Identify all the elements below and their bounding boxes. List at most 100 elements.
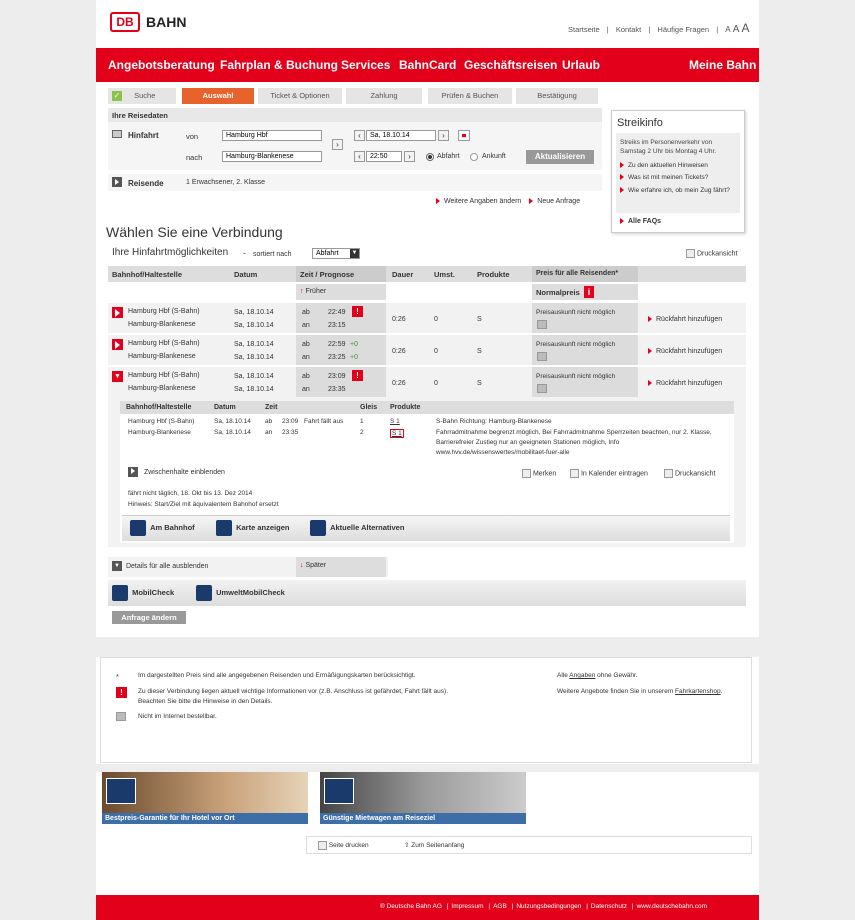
print-icon [686, 249, 695, 258]
row2-price: Preisauskunft nicht möglich [536, 341, 616, 348]
zwischenhalte-toggle[interactable]: Zwischenhalte einblenden [128, 467, 225, 477]
umweltcheck-button[interactable]: UmweltMobilCheck [196, 585, 285, 601]
calendar-add-icon [570, 469, 579, 478]
row2-p1: +0 [350, 341, 358, 348]
spaeter-link[interactable]: ↓ Später [300, 562, 326, 569]
info-icon[interactable]: i [584, 286, 594, 298]
reisedaten-title-bar [108, 108, 602, 122]
table-header [108, 266, 746, 282]
footer-nutzung[interactable]: Nutzungsbedingungen [516, 903, 581, 910]
nach-field[interactable]: Hamburg-Blankenese [222, 151, 322, 162]
footer-impressum[interactable]: Impressum [451, 903, 483, 910]
sort-label: sortiert nach [253, 251, 292, 258]
footer-agb[interactable]: AGB [493, 903, 507, 910]
row2-t2: 23:25 [328, 354, 346, 361]
not-bookable-icon [537, 352, 547, 361]
row3-to: Hamburg-Blankenese [128, 385, 196, 392]
not-bookable-icon [116, 712, 126, 721]
expand-reisende-icon[interactable] [112, 177, 122, 187]
swap-stations-button[interactable]: › [332, 139, 343, 150]
time-field[interactable]: 22:50 [366, 151, 402, 162]
mobilcheck-button[interactable]: MobilCheck [112, 585, 174, 601]
row3-an: an [302, 386, 310, 393]
not-bookable-icon [537, 320, 547, 329]
seitenanfang-link[interactable]: ⇧ Zum Seitenanfang [404, 841, 464, 849]
time-prev-button[interactable]: ‹ [354, 151, 365, 162]
streik-link-3[interactable]: Wie erfahre ich, ob mein Zug fährt? [620, 186, 730, 196]
aktualisieren-button[interactable]: Aktualisieren [526, 150, 594, 164]
warning-icon[interactable]: ! [352, 370, 363, 381]
detail-r1-product[interactable]: S 1 [390, 418, 400, 425]
not-bookable-icon [537, 384, 547, 393]
fahrkartenshop-link[interactable]: Fahrkartenshop [675, 688, 721, 695]
streik-link-1[interactable]: Zu den aktuellen Hinweisen [620, 162, 708, 169]
calendar-icon[interactable] [458, 130, 470, 141]
angaben-link[interactable]: Angaben [569, 672, 595, 679]
nav-services[interactable]: Services [341, 58, 390, 72]
expand-row-2-icon[interactable] [112, 339, 123, 350]
time-next-button[interactable]: › [404, 151, 415, 162]
karte-button[interactable]: Karte anzeigen [216, 520, 289, 536]
row1-rueckfahrt-link[interactable]: Rückfahrt hinzufügen [648, 316, 722, 323]
alternativen-button[interactable]: Aktuelle Alternativen [310, 520, 404, 536]
link-startseite[interactable]: Startseite [568, 25, 600, 34]
detail-druck-link[interactable]: Druckansicht [664, 469, 715, 478]
normalpreis-label: Normalpreis [536, 288, 580, 297]
von-field[interactable]: Hamburg Hbf [222, 130, 322, 141]
nav-fahrplan[interactable]: Fahrplan & Buchung [220, 58, 338, 72]
kalender-link[interactable]: In Kalender eintragen [570, 469, 648, 478]
row1-from: Hamburg Hbf (S-Bahn) [128, 308, 200, 315]
mietwagen-promo[interactable]: Günstige Mietwagen am Reiseziel [320, 772, 526, 824]
sort-select[interactable]: Abfahrt ▼ [312, 248, 360, 259]
step-zahlung: Zahlung [346, 88, 422, 104]
hide-all-details[interactable]: ▼ Details für alle ausblenden [112, 561, 208, 571]
nav-bahncard[interactable]: BahnCard [399, 58, 456, 72]
footer-datenschutz[interactable]: Datenschutz [591, 903, 627, 910]
nav-urlaub[interactable]: Urlaub [562, 58, 600, 72]
detail-r2-product[interactable]: S 1 [390, 429, 404, 438]
font-size-large[interactable]: A [741, 21, 749, 35]
am-bahnhof-button[interactable]: Am Bahnhof [130, 520, 195, 536]
row2-rueckfahrt-link[interactable]: Rückfahrt hinzufügen [648, 348, 722, 355]
frueher-link[interactable]: ↑ Früher [300, 288, 326, 295]
hotel-promo[interactable]: Bestpreis-Garantie für Ihr Hotel vor Ort [102, 772, 308, 824]
date-prev-button[interactable]: ‹ [354, 130, 365, 141]
nav-meine-bahn[interactable]: Meine Bahn [689, 58, 756, 72]
expand-row-1-icon[interactable] [112, 307, 123, 318]
weitere-angaben-link[interactable]: Weitere Angaben ändern [444, 198, 521, 205]
arrow-up-icon: ⇧ [404, 842, 410, 849]
ankunft-radio[interactable] [470, 153, 478, 161]
warning-icon[interactable]: ! [352, 306, 363, 317]
nav-angebotsberatung[interactable]: Angebotsberatung [108, 58, 215, 72]
streik-faq-link[interactable]: Alle FAQs [620, 218, 661, 225]
results-dash: - [243, 248, 246, 258]
print-bar [306, 836, 752, 854]
footer-db-link[interactable]: www.deutschebahn.com [637, 903, 707, 910]
streik-link-2[interactable]: Was ist mit meinen Tickets? [620, 174, 708, 181]
mietwagen-promo-label: Günstige Mietwagen am Reiseziel [320, 813, 526, 824]
detail-r2-time: 23:35 [282, 429, 299, 436]
date-next-button[interactable]: › [438, 130, 449, 141]
font-size-small[interactable]: A [725, 25, 730, 34]
abfahrt-radio[interactable] [426, 153, 434, 161]
date-field[interactable]: Sa, 18.10.14 [366, 130, 436, 141]
druckansicht-top[interactable]: Druckansicht [686, 249, 737, 258]
link-faq[interactable]: Häufige Fragen [657, 25, 709, 34]
nav-geschaeftsreisen[interactable]: Geschäftsreisen [464, 58, 557, 72]
detail-r1-date: Sa, 18.10.14 [214, 418, 251, 425]
collapse-row-3-icon[interactable]: ▼ [112, 371, 123, 382]
link-kontakt[interactable]: Kontakt [616, 25, 641, 34]
step-suche[interactable]: ✓ Suche [108, 88, 176, 104]
neue-anfrage-link[interactable]: Neue Anfrage [537, 198, 580, 205]
step-auswahl: Auswahl [182, 88, 254, 104]
row3-rueckfahrt-link[interactable]: Rückfahrt hinzufügen [648, 380, 722, 387]
detail-r1-station: Hamburg Hbf (S-Bahn) [128, 418, 195, 425]
hotel-badge-icon [106, 778, 136, 804]
anfrage-aendern-button[interactable]: Anfrage ändern [112, 611, 186, 624]
detail-r2-gleis: 2 [360, 429, 364, 436]
seite-drucken-link[interactable]: Seite drucken [318, 841, 369, 850]
abfahrt-label: Abfahrt [437, 153, 460, 160]
font-size-medium[interactable]: A [733, 24, 740, 35]
merken-link[interactable]: Merken [522, 469, 556, 478]
db-logo-text: BAHN [146, 14, 187, 30]
